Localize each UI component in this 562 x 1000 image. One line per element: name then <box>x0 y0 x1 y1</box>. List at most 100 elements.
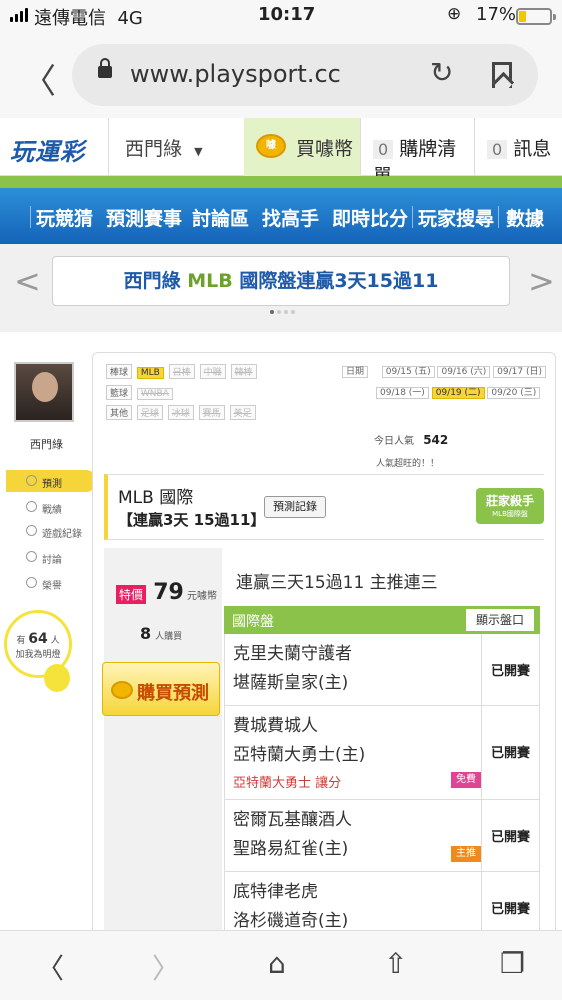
side-menu-game-log[interactable]: 遊戲紀錄 <box>6 520 96 542</box>
side-menu-record[interactable]: 戰績 <box>6 496 96 518</box>
forward-icon[interactable]: 〉 <box>152 947 180 987</box>
nav-item-data[interactable]: 數據 <box>506 204 544 231</box>
side-menu-label: 討論 <box>42 555 62 566</box>
main-nav: 玩競猜 預測賽事 討論區 找高手 即時比分 玩家搜尋 數據 <box>0 188 562 244</box>
nav-item-guess[interactable]: 玩競猜 <box>36 204 93 231</box>
side-menu-predict[interactable]: 預測 <box>6 470 96 492</box>
banner-slide[interactable]: 西門綠 MLB 國際盤連贏3天15過11 <box>52 256 510 306</box>
reload-icon[interactable]: ↻ <box>430 56 453 89</box>
buy-prediction-button[interactable]: 購買預測 <box>102 662 220 716</box>
address-bar[interactable]: www.playsport.cc ↻ <box>72 44 538 106</box>
prediction-record-button[interactable]: 預測記錄 <box>264 496 326 518</box>
share-icon[interactable]: ⇧ <box>384 947 407 980</box>
market-label: 國際盤 <box>232 614 274 630</box>
badge-subtitle: MLB國際盤 <box>492 510 528 518</box>
back-icon[interactable]: 〈 <box>36 947 64 987</box>
filter-chip[interactable]: 美足 <box>229 405 256 420</box>
away-team: 費城費城人 <box>233 716 318 736</box>
filter-label: 籃球 <box>106 385 133 400</box>
buyers-unit: 人購買 <box>155 632 183 642</box>
banner-prev-icon[interactable]: < <box>14 262 41 300</box>
banner-next-icon[interactable]: > <box>528 262 555 300</box>
date-chip[interactable]: 09/17 (日) <box>493 366 546 378</box>
special-tag: 特價 <box>116 585 147 604</box>
battery-icon <box>516 8 556 25</box>
home-icon[interactable]: ⌂ <box>268 947 286 980</box>
away-team: 密爾瓦基釀酒人 <box>233 810 352 830</box>
filter-label: 棒球 <box>106 364 133 379</box>
nav-item-player-search[interactable]: 玩家搜尋 <box>418 204 494 231</box>
avatar[interactable] <box>14 362 74 422</box>
game-teams: 費城費城人 亞特蘭大勇士(主) <box>233 712 365 770</box>
home-team: 聖路易紅雀(主) <box>233 839 349 859</box>
browser-toolbar: 〈 www.playsport.cc ↻ <box>0 34 562 118</box>
tabs-icon[interactable]: ❐ <box>500 947 525 980</box>
shop-list-link[interactable]: 0購牌清單 <box>360 118 474 187</box>
side-menu-honor[interactable]: 榮譽 <box>6 572 96 594</box>
browser-bottom-toolbar: 〈 〉 ⌂ ⇧ ❐ <box>0 930 562 1000</box>
banner-league: MLB <box>187 270 233 292</box>
caret-down-icon: ▼ <box>194 145 203 158</box>
side-menu-label: 戰績 <box>42 505 62 516</box>
nav-item-experts[interactable]: 找高手 <box>262 204 319 231</box>
filter-chip[interactable]: 冰球 <box>167 405 194 420</box>
shop-list-count: 0 <box>373 140 394 159</box>
filter-chip[interactable]: 中職 <box>199 364 226 379</box>
filter-chip[interactable]: 賽馬 <box>198 405 225 420</box>
dealer-killer-badge: 莊家殺手 MLB國際盤 <box>476 488 544 524</box>
fans-prefix: 有 <box>16 636 26 646</box>
game-teams: 密爾瓦基釀酒人 聖路易紅雀(主) <box>233 806 352 864</box>
fans-suffix: 加我為明燈 <box>15 650 61 660</box>
coin-icon <box>111 681 133 699</box>
date-chip[interactable]: 09/15 (五) <box>381 366 435 378</box>
filter-chip[interactable]: WNBA <box>136 388 173 400</box>
game-status: 已開賽 <box>481 706 539 799</box>
prediction-title: MLB 國際 <box>118 488 194 508</box>
market-header: 國際盤 顯示盤口 <box>224 606 540 634</box>
user-dropdown[interactable]: 西門綠 ▼ <box>108 118 244 176</box>
away-team: 底特律老虎 <box>233 882 318 902</box>
filter-chip[interactable]: 足球 <box>136 405 163 420</box>
bookmark-icon[interactable] <box>492 62 512 88</box>
date-chip[interactable]: 09/16 (六) <box>437 366 491 378</box>
prediction-streak: 【連贏3天 15過11】 <box>118 511 266 529</box>
browser-back-icon[interactable]: 〈 <box>22 54 56 103</box>
side-menu-label: 遊戲紀錄 <box>42 529 82 540</box>
banner-user: 西門綠 <box>123 270 181 292</box>
price-info: 特價 79 元噱幣 <box>116 580 217 605</box>
date-chip-selected[interactable]: 09/19 (二) <box>431 387 485 399</box>
nav-item-predict[interactable]: 預測賽事 <box>106 204 182 231</box>
target-icon <box>26 475 37 486</box>
site-logo[interactable]: 玩運彩 <box>10 132 85 167</box>
show-market-button[interactable]: 顯示盤口 <box>466 609 534 631</box>
date-chip[interactable]: 09/20 (三) <box>487 387 541 399</box>
prediction-headline: 連贏三天15過11 主推連三 <box>236 573 438 593</box>
away-team: 克里夫蘭守護者 <box>233 644 352 664</box>
url-text[interactable]: www.playsport.cc <box>130 60 341 88</box>
price-unit: 元噱幣 <box>187 591 218 602</box>
banner-text: 國際盤連贏3天15過11 <box>239 270 439 292</box>
main-pick-tag: 主推 <box>451 846 481 862</box>
nav-item-live-score[interactable]: 即時比分 <box>332 204 408 231</box>
game-row: 費城費城人 亞特蘭大勇士(主) 亞特蘭大勇士 讓分 免費 已開賽 <box>224 706 540 800</box>
filter-chip[interactable]: MLB <box>136 367 164 379</box>
medal-icon <box>26 577 37 588</box>
filter-chip[interactable]: 韓棒 <box>230 364 257 379</box>
filter-baseball: 棒球 MLB 日棒 中職 韓棒 <box>106 364 259 379</box>
lightbulb-icon <box>44 664 70 692</box>
nav-item-forum[interactable]: 討論區 <box>192 204 249 231</box>
buy-button-label: 購買預測 <box>137 683 209 704</box>
price-column <box>104 548 222 940</box>
buy-coin-label: 買噱幣 <box>296 138 354 160</box>
hot-text: 人氣超旺的！！ <box>376 459 440 469</box>
free-tag: 免費 <box>451 772 481 788</box>
message-link[interactable]: 0 訊息 <box>474 118 562 176</box>
profile-name[interactable]: 西門綠 <box>30 436 63 452</box>
game-teams: 克里夫蘭守護者 堪薩斯皇家(主) <box>233 640 352 698</box>
date-chip[interactable]: 09/18 (一) <box>376 387 429 399</box>
side-menu-discuss[interactable]: 討論 <box>6 546 96 568</box>
site-header: 玩運彩 西門綠 ▼ 買噱幣 噱 0購牌清單 0 訊息 <box>0 118 562 187</box>
filter-chip[interactable]: 日棒 <box>168 364 195 379</box>
clock-icon <box>26 525 37 536</box>
filter-other: 其他 足球 冰球 賽馬 美足 <box>106 405 258 420</box>
